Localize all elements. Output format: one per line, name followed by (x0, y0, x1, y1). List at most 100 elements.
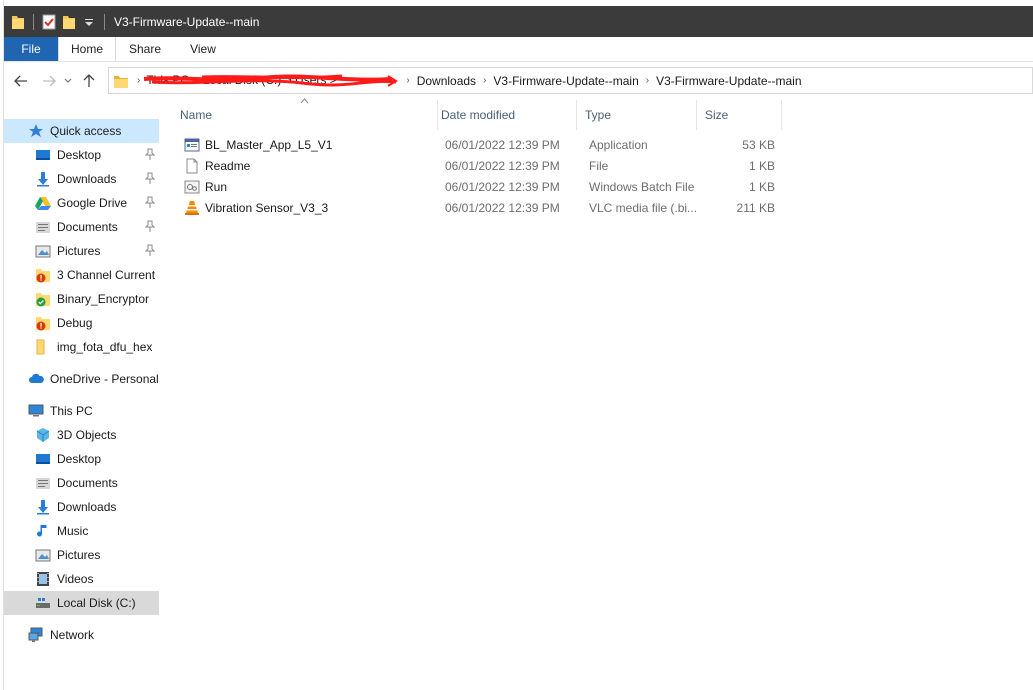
address-bar[interactable]: › This PC > Local Disk (C:) > Users > › … (108, 67, 1033, 94)
breadcrumb-v3-firmware-update-main-current[interactable]: V3-Firmware-Update--main (656, 74, 801, 88)
file-name: Readme (205, 158, 251, 173)
tab-view[interactable]: View (174, 37, 232, 61)
sidebar-item-label: OneDrive - Personal (50, 372, 159, 386)
sidebar-item-documents[interactable]: Documents (4, 215, 159, 239)
sidebar-item-3d-objects[interactable]: 3D Objects (4, 423, 159, 447)
pin-icon[interactable] (144, 172, 156, 184)
breadcrumb-v3-firmware-update-main[interactable]: V3-Firmware-Update--main (493, 74, 638, 88)
sidebar-item-debug[interactable]: Debug (4, 311, 159, 335)
file-type: VLC media file (.bi... (589, 200, 698, 215)
file-row[interactable]: Vibration Sensor_V3_3 06/01/2022 12:39 P… (172, 197, 782, 218)
music-icon (35, 523, 51, 539)
sidebar-item-label: This PC (50, 404, 93, 418)
3d-objects-icon (35, 427, 51, 443)
column-header-size[interactable]: Size (697, 100, 782, 130)
breadcrumb-separator-icon: › (406, 75, 410, 86)
sidebar-item-binary-encryptor[interactable]: Binary_Encryptor (4, 287, 159, 311)
window-title: V3-Firmware-Update--main (114, 14, 260, 29)
sidebar-item-label: Pictures (57, 548, 101, 562)
pictures-icon (35, 547, 51, 563)
batch-file-icon (184, 179, 200, 195)
star-icon (28, 123, 44, 139)
breadcrumb-separator-icon: › (483, 75, 487, 86)
sidebar-item-downloads-pc[interactable]: Downloads (4, 495, 159, 519)
navigation-bar: › This PC > Local Disk (C:) > Users > › … (4, 63, 1033, 98)
sidebar-item-pictures-pc[interactable]: Pictures (4, 543, 159, 567)
sidebar-item-pictures[interactable]: Pictures (4, 239, 159, 263)
downloads-icon (35, 171, 51, 187)
title-bar: V3-Firmware-Update--main (4, 6, 1033, 37)
toolbar-divider (33, 13, 34, 30)
file-size: 53 KB (742, 137, 775, 152)
sidebar-item-label: Videos (57, 572, 94, 586)
forward-arrow-icon[interactable] (38, 70, 60, 92)
sidebar-item-videos[interactable]: Videos (4, 567, 159, 591)
sidebar-item-documents-pc[interactable]: Documents (4, 471, 159, 495)
application-icon (184, 137, 200, 153)
customize-toolbar-icon[interactable] (81, 14, 97, 30)
sidebar-item-desktop-pc[interactable]: Desktop (4, 447, 159, 471)
sidebar-item-this-pc[interactable]: This PC (4, 399, 159, 423)
sidebar-item-label: Local Disk (C:) (57, 596, 136, 610)
documents-icon (35, 219, 51, 235)
folder-error-icon (35, 267, 51, 283)
sidebar-item-desktop[interactable]: Desktop (4, 143, 159, 167)
column-header-date-modified[interactable]: Date modified (433, 100, 577, 130)
file-row[interactable]: Readme 06/01/2022 12:39 PM File 1 KB (172, 155, 782, 176)
file-row[interactable]: BL_Master_App_L5_V1 06/01/2022 12:39 PM … (172, 134, 782, 155)
redacted-breadcrumb: This PC > Local Disk (C:) > Users > (142, 73, 399, 89)
file-name: Vibration Sensor_V3_3 (205, 200, 329, 215)
network-icon (28, 627, 44, 643)
sidebar-item-network[interactable]: Network (4, 623, 159, 647)
pin-icon[interactable] (144, 244, 156, 256)
file-list-view: Name Date modified Type Size BL_Master_A… (172, 98, 1033, 690)
column-header-label: Size (705, 108, 729, 122)
file-date-modified: 06/01/2022 12:39 PM (445, 158, 560, 173)
column-header-type[interactable]: Type (577, 100, 697, 130)
sidebar-item-label: Network (50, 628, 95, 642)
sidebar-item-local-disk[interactable]: Local Disk (C:) (4, 591, 159, 615)
sidebar-item-downloads[interactable]: Downloads (4, 167, 159, 191)
back-arrow-icon[interactable] (10, 70, 32, 92)
pin-icon[interactable] (144, 196, 156, 208)
tab-home[interactable]: Home (58, 37, 116, 61)
quick-access-toolbar (4, 6, 108, 37)
sidebar-item-label: Desktop (57, 452, 102, 466)
up-arrow-icon[interactable] (78, 70, 100, 92)
google-drive-icon (35, 195, 51, 211)
sidebar-item-google-drive[interactable]: Google Drive (4, 191, 159, 215)
column-header-name[interactable]: Name (172, 98, 438, 130)
sidebar-item-label: Downloads (57, 172, 117, 186)
navigation-pane: Quick access Desktop Downloads Google Dr… (4, 108, 159, 690)
sidebar-item-label: 3D Objects (57, 428, 117, 442)
pin-icon[interactable] (144, 148, 156, 160)
column-header-label: Date modified (441, 108, 516, 122)
vlc-icon (184, 200, 200, 216)
sidebar-item-label: 3 Channel Current (57, 268, 156, 282)
sidebar-item-label: Binary_Encryptor (57, 292, 150, 306)
sidebar-item-onedrive[interactable]: OneDrive - Personal (4, 367, 159, 391)
sidebar-item-img-fota-dfu-hex[interactable]: img_fota_dfu_hex (4, 335, 159, 359)
tab-share[interactable]: Share (116, 37, 174, 61)
sidebar-item-label: Desktop (57, 148, 102, 162)
tab-file[interactable]: File (4, 37, 58, 61)
recent-locations-chevron-icon[interactable] (62, 70, 74, 92)
sidebar-item-label: Quick access (50, 124, 122, 138)
folder-synced-icon (35, 291, 51, 307)
column-header-label: Type (585, 108, 612, 122)
file-name: Run (205, 179, 228, 194)
sidebar-item-3-channel-current[interactable]: 3 Channel Current (4, 263, 159, 287)
sidebar-item-music[interactable]: Music (4, 519, 159, 543)
file-size: 1 KB (748, 158, 775, 173)
sidebar-item-label: Downloads (57, 500, 117, 514)
file-row[interactable]: Run 06/01/2022 12:39 PM Windows Batch Fi… (172, 176, 782, 197)
breadcrumb-downloads[interactable]: Downloads (417, 74, 476, 88)
properties-icon[interactable] (41, 14, 57, 30)
sidebar-item-quick-access[interactable]: Quick access (4, 119, 159, 143)
new-folder-icon[interactable] (61, 14, 77, 30)
folder-icon (113, 73, 129, 89)
pin-icon[interactable] (144, 220, 156, 232)
folder-icon[interactable] (10, 14, 26, 30)
sidebar-item-label: Music (57, 524, 89, 538)
onedrive-cloud-icon (28, 371, 44, 387)
